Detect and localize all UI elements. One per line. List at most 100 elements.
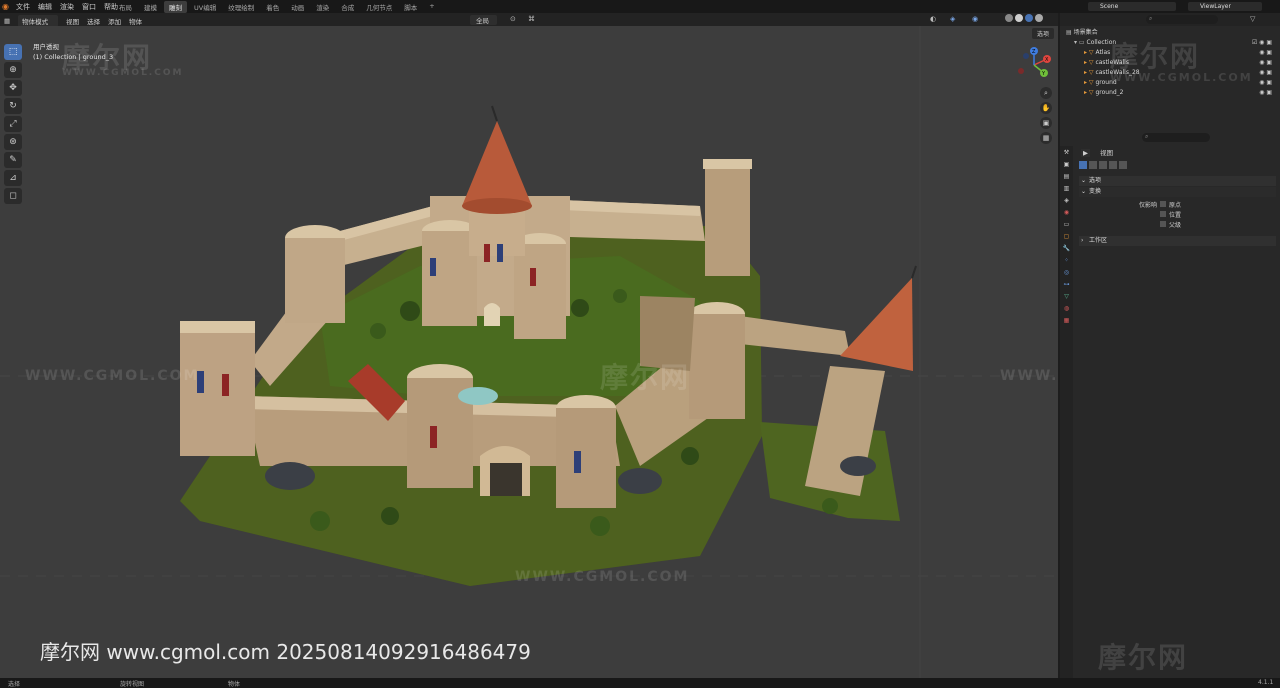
tab-scripting[interactable]: 脚本 (399, 1, 422, 13)
texture-tab-icon[interactable]: ▦ (1062, 316, 1071, 325)
object-tab-icon[interactable]: ▢ (1062, 232, 1071, 241)
tool-tab-icon[interactable]: ⚒ (1062, 148, 1071, 157)
scale-icon[interactable]: ⤢ (4, 116, 22, 132)
wireframe-shading-icon[interactable] (1005, 14, 1013, 22)
mode-subtract-icon[interactable] (1099, 161, 1107, 169)
pivot-icon[interactable]: ⊙ (510, 15, 516, 23)
editor-type-icon[interactable]: ▦ (4, 17, 10, 25)
gizmo-toggle-icon[interactable]: ◈ (950, 15, 955, 23)
menu-file[interactable]: 文件 (16, 2, 30, 12)
world-tab-icon[interactable]: ◉ (1062, 208, 1071, 217)
outliner-item-label: ground_2 (1095, 89, 1124, 96)
parents-checkbox-row[interactable]: 父级 (1160, 220, 1181, 229)
mesh-icon: ▸ ▽ (1084, 49, 1096, 56)
particles-tab-icon[interactable]: ⁘ (1062, 256, 1071, 265)
snap-icon[interactable]: ⌘ (528, 15, 535, 23)
tab-sculpting[interactable]: 雕刻 (164, 1, 187, 13)
constraints-tab-icon[interactable]: ⊶ (1062, 280, 1071, 289)
tab-uv-editing[interactable]: UV编辑 (189, 1, 221, 13)
mode-extend-icon[interactable] (1089, 161, 1097, 169)
origins-checkbox-row[interactable]: 原点 (1160, 200, 1181, 209)
viewport-header: ▦ 物体模式 视图 选择 添加 物体 全局 ⊙ ⌘ ◐ ◈ ◉ (0, 13, 1058, 27)
tab-shading[interactable]: 着色 (261, 1, 284, 13)
parents-label: 父级 (1169, 222, 1182, 229)
modifiers-tab-icon[interactable]: 🔧 (1062, 244, 1071, 253)
origins-checkbox[interactable] (1160, 201, 1166, 207)
navigation-gizmo[interactable]: X Z Y (1014, 45, 1054, 85)
outliner-item[interactable]: ▸ ▽ ground_2 ◉ ▣ (1066, 88, 1276, 98)
menu-view[interactable]: 视图 (66, 16, 79, 26)
add-workspace-button[interactable]: + (424, 1, 439, 13)
eye-icon[interactable]: ◉ ▣ (1259, 78, 1272, 88)
filter-icon[interactable]: ▽ (1250, 15, 1255, 23)
menu-window[interactable]: 窗口 (82, 2, 96, 12)
mesh-icon: ▸ ▽ (1084, 89, 1096, 96)
view-layer-selector[interactable]: ViewLayer (1188, 2, 1262, 11)
mode-set-icon[interactable] (1079, 161, 1087, 169)
locations-checkbox[interactable] (1160, 211, 1166, 217)
scene-tab-icon[interactable]: ◈ (1062, 196, 1071, 205)
eye-icon[interactable]: ◉ ▣ (1259, 58, 1272, 68)
view-layer-name: ViewLayer (1200, 3, 1231, 10)
annotate-icon[interactable]: ✎ (4, 152, 22, 168)
menu-select[interactable]: 选择 (87, 16, 100, 26)
mode-intersect-icon[interactable] (1119, 161, 1127, 169)
3d-viewport[interactable]: 摩尔网 WWW.CGMOL.COM WWW.CGMOL.COM 摩尔网 WWW.… (0, 26, 1058, 678)
tab-modeling[interactable]: 建模 (139, 1, 162, 13)
add-cube-icon[interactable]: ◻ (4, 188, 22, 204)
select-icon[interactable]: ⬚ (4, 44, 22, 60)
render-tab-icon[interactable]: ▣ (1062, 160, 1071, 169)
tab-compositing[interactable]: 合成 (336, 1, 359, 13)
tab-animation[interactable]: 动画 (286, 1, 309, 13)
properties-title: 视图 (1100, 149, 1114, 157)
options-panel-header[interactable]: ⌄ 选项 (1079, 176, 1276, 186)
locations-label: 位置 (1169, 212, 1182, 219)
menu-object[interactable]: 物体 (129, 16, 142, 26)
measure-icon[interactable]: ⊿ (4, 170, 22, 186)
locations-checkbox-row[interactable]: 位置 (1160, 210, 1181, 219)
camera-icon[interactable]: ▣ (1040, 117, 1052, 129)
menu-add[interactable]: 添加 (108, 16, 121, 26)
tab-rendering[interactable]: 渲染 (311, 1, 334, 13)
eye-icon[interactable]: ◉ ▣ (1259, 48, 1272, 58)
transform-orientation-dropdown[interactable]: 全局 (470, 15, 497, 25)
material-shading-icon[interactable] (1025, 14, 1033, 22)
menu-edit[interactable]: 编辑 (38, 2, 52, 12)
material-tab-icon[interactable]: ◍ (1062, 304, 1071, 313)
outliner-search-input[interactable]: ⌕ (1146, 15, 1218, 24)
visibility-icon[interactable]: ◐ (930, 15, 936, 23)
properties-content: ▶ 视图 ⌄ 选项 ⌄ 变换 仅影响 原点 位置 父级 › 工作区 (1075, 131, 1280, 246)
zoom-icon[interactable]: ⌕ (1040, 87, 1052, 99)
move-icon[interactable]: ✥ (4, 80, 22, 96)
menu-render[interactable]: 渲染 (60, 2, 74, 12)
solid-shading-icon[interactable] (1015, 14, 1023, 22)
pan-hand-icon[interactable]: ✋ (1040, 102, 1052, 114)
view-layer-tab-icon[interactable]: ▥ (1062, 184, 1071, 193)
options-button[interactable]: 选项 (1032, 28, 1055, 39)
data-tab-icon[interactable]: ▽ (1062, 292, 1071, 301)
transform-panel-title: 变换 (1089, 188, 1102, 195)
tab-texture-paint[interactable]: 纹理绘制 (223, 1, 259, 13)
tab-geometry-nodes[interactable]: 几何节点 (361, 1, 397, 13)
perspective-grid-icon[interactable]: ▦ (1040, 132, 1052, 144)
parents-checkbox[interactable] (1160, 221, 1166, 227)
mode-invert-icon[interactable] (1109, 161, 1117, 169)
collection-tab-icon[interactable]: ▭ (1062, 220, 1071, 229)
transform-panel-header[interactable]: ⌄ 变换 (1079, 187, 1276, 197)
eye-icon[interactable]: ◉ ▣ (1259, 88, 1272, 98)
overlay-icon[interactable]: ◉ (972, 15, 978, 23)
blender-logo-icon[interactable]: ◉ (2, 2, 11, 11)
physics-tab-icon[interactable]: ◎ (1062, 268, 1071, 277)
view-name: 用户透视 (33, 43, 59, 51)
cursor-icon[interactable]: ⊕ (4, 62, 22, 78)
workspace-panel-header[interactable]: › 工作区 (1079, 236, 1276, 246)
properties-panel: ⌕ ⚒ ▣ ▤ ▥ ◈ ◉ ▭ ▢ 🔧 ⁘ ◎ ⊶ ▽ ◍ ▦ ▶ 视图 ⌄ 选项… (1060, 131, 1280, 678)
scene-selector[interactable]: Scene (1088, 2, 1176, 11)
transform-icon[interactable]: ⊛ (4, 134, 22, 150)
collection-visibility-icon[interactable]: ☑ ◉ ▣ (1252, 38, 1272, 48)
rendered-shading-icon[interactable] (1035, 14, 1043, 22)
tab-layout[interactable]: 布局 (114, 1, 137, 13)
eye-icon[interactable]: ◉ ▣ (1259, 68, 1272, 78)
output-tab-icon[interactable]: ▤ (1062, 172, 1071, 181)
rotate-icon[interactable]: ↻ (4, 98, 22, 114)
